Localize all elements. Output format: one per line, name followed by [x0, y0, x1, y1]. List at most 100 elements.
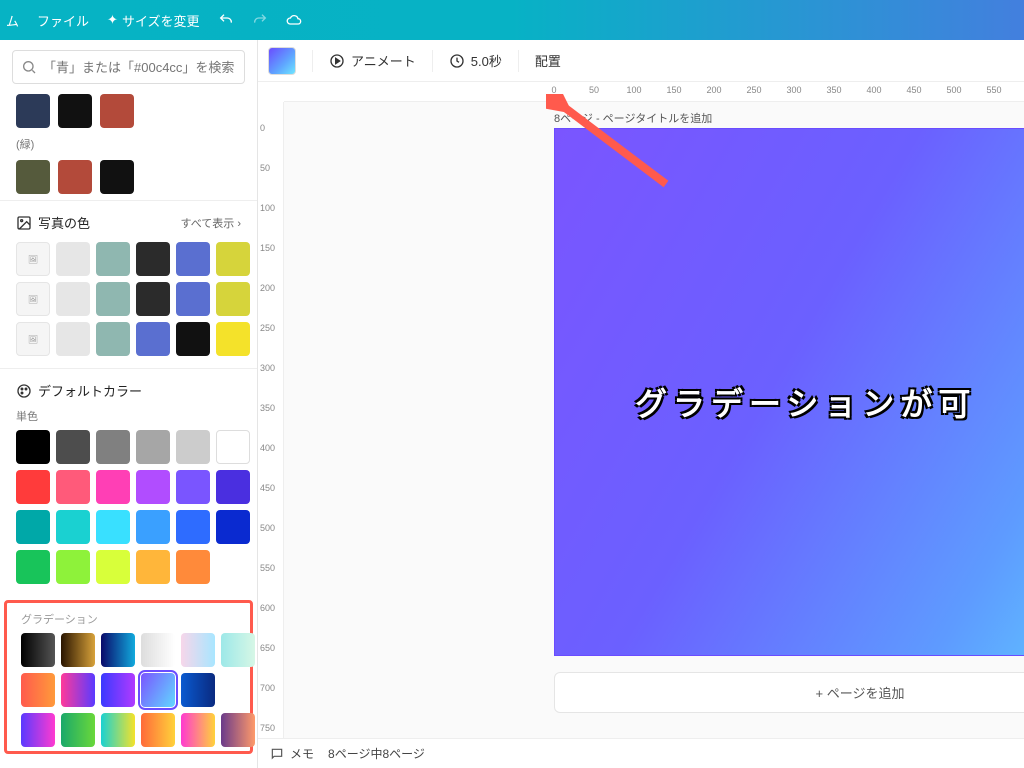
color-swatch[interactable] [56, 470, 90, 504]
color-swatch[interactable] [176, 282, 210, 316]
palette-icon [16, 383, 32, 399]
color-swatch[interactable] [58, 94, 92, 128]
top-bar: ム ファイル ✦サイズを変更 [0, 0, 1024, 40]
solid-label: 単色 [0, 406, 257, 426]
color-swatch[interactable]: 🖼 [16, 282, 50, 316]
gradient-swatch[interactable] [141, 673, 175, 707]
color-swatch[interactable] [136, 510, 170, 544]
duration-button[interactable]: 5.0秒 [449, 51, 502, 70]
gradient-swatch[interactable] [181, 633, 215, 667]
color-swatch[interactable] [176, 430, 210, 464]
clock-icon [449, 53, 465, 69]
color-swatch[interactable]: 🖼 [16, 322, 50, 356]
color-swatch[interactable] [96, 242, 130, 276]
color-sidebar: (緑) 写真の色 すべて表示 › 🖼🖼🖼 デフォルトカラー 単色 グラデーション [0, 40, 258, 768]
add-page-button[interactable]: + ページを追加 [554, 672, 1024, 713]
notes-button[interactable]: メモ [270, 745, 314, 762]
color-swatch[interactable] [58, 160, 92, 194]
color-swatch[interactable] [136, 282, 170, 316]
color-swatch[interactable] [96, 282, 130, 316]
ruler-vertical: 0501001502002503003504004505005506006507… [258, 102, 284, 738]
gradient-swatch[interactable] [21, 673, 55, 707]
gradient-swatch[interactable] [61, 633, 95, 667]
recent-colors-row [0, 154, 257, 200]
color-swatch[interactable] [96, 322, 130, 356]
image-icon [16, 215, 32, 231]
color-swatch[interactable] [16, 430, 50, 464]
gradient-swatch[interactable] [21, 633, 55, 667]
color-swatch[interactable] [216, 430, 250, 464]
color-swatch[interactable] [176, 510, 210, 544]
gradient-swatch[interactable] [21, 713, 55, 747]
recent-label: (緑) [0, 134, 257, 154]
color-swatch[interactable] [176, 322, 210, 356]
color-swatch[interactable] [96, 550, 130, 584]
gradient-swatch[interactable] [61, 673, 95, 707]
gradient-swatch[interactable] [221, 713, 255, 747]
color-swatch[interactable] [136, 430, 170, 464]
color-swatch[interactable] [56, 282, 90, 316]
color-swatch[interactable] [136, 322, 170, 356]
footer-bar: メモ 8ページ中8ページ [258, 738, 1024, 768]
color-swatch[interactable] [96, 470, 130, 504]
gradient-swatch[interactable] [61, 713, 95, 747]
resize-button[interactable]: ✦サイズを変更 [107, 11, 200, 30]
color-swatch[interactable]: 🖼 [16, 242, 50, 276]
default-colors-title: デフォルトカラー [38, 381, 142, 400]
color-swatch[interactable] [216, 470, 250, 504]
redo-button[interactable] [252, 12, 268, 28]
notes-icon [270, 747, 284, 761]
color-swatch[interactable] [16, 550, 50, 584]
color-swatch[interactable] [56, 322, 90, 356]
gradient-swatch[interactable] [221, 633, 255, 667]
color-swatch[interactable] [136, 470, 170, 504]
canvas-area[interactable]: 8ページ - ページタイトルを追加 グラデーションが可 + ページを追加 [284, 102, 1024, 738]
page-title[interactable]: 8ページ - ページタイトルを追加 [554, 110, 712, 126]
color-swatch[interactable] [16, 510, 50, 544]
color-swatch[interactable] [136, 242, 170, 276]
design-canvas[interactable]: グラデーションが可 [554, 128, 1024, 656]
cloud-sync-icon[interactable] [286, 12, 302, 28]
current-color-swatch[interactable] [268, 47, 296, 75]
color-swatch[interactable] [216, 242, 250, 276]
show-all-link[interactable]: すべて表示 › [180, 215, 241, 231]
search-icon [21, 59, 37, 75]
color-swatch[interactable] [216, 510, 250, 544]
gradient-section-highlight: グラデーション [4, 600, 253, 754]
gradient-swatch[interactable] [141, 633, 175, 667]
gradient-swatch[interactable] [101, 713, 135, 747]
color-swatch[interactable] [16, 160, 50, 194]
color-swatch[interactable] [216, 282, 250, 316]
color-swatch[interactable] [176, 242, 210, 276]
color-swatch[interactable] [136, 550, 170, 584]
color-search[interactable] [12, 50, 245, 84]
gradient-swatch[interactable] [101, 633, 135, 667]
canvas-text[interactable]: グラデーションが可 [635, 379, 976, 425]
gradient-swatch[interactable] [141, 713, 175, 747]
animate-button[interactable]: アニメート [329, 51, 416, 70]
color-swatch[interactable] [176, 550, 210, 584]
gradient-swatch[interactable] [181, 713, 215, 747]
color-swatch[interactable] [216, 322, 250, 356]
undo-button[interactable] [218, 12, 234, 28]
color-swatch[interactable] [16, 94, 50, 128]
gradient-swatch[interactable] [181, 673, 215, 707]
search-input[interactable] [43, 60, 236, 75]
color-swatch[interactable] [100, 94, 134, 128]
color-swatch[interactable] [56, 550, 90, 584]
color-swatch[interactable] [176, 470, 210, 504]
recent-colors-row [0, 88, 257, 134]
color-swatch[interactable] [56, 242, 90, 276]
home-button[interactable]: ム [6, 11, 19, 30]
color-swatch[interactable] [16, 470, 50, 504]
color-swatch[interactable] [56, 430, 90, 464]
color-swatch[interactable] [100, 160, 134, 194]
color-swatch[interactable] [56, 510, 90, 544]
color-swatch[interactable] [96, 430, 130, 464]
file-menu[interactable]: ファイル [37, 11, 89, 30]
page-counter: 8ページ中8ページ [328, 745, 425, 762]
gradient-label: グラデーション [21, 611, 236, 627]
position-button[interactable]: 配置 [535, 51, 561, 70]
gradient-swatch[interactable] [101, 673, 135, 707]
color-swatch[interactable] [96, 510, 130, 544]
